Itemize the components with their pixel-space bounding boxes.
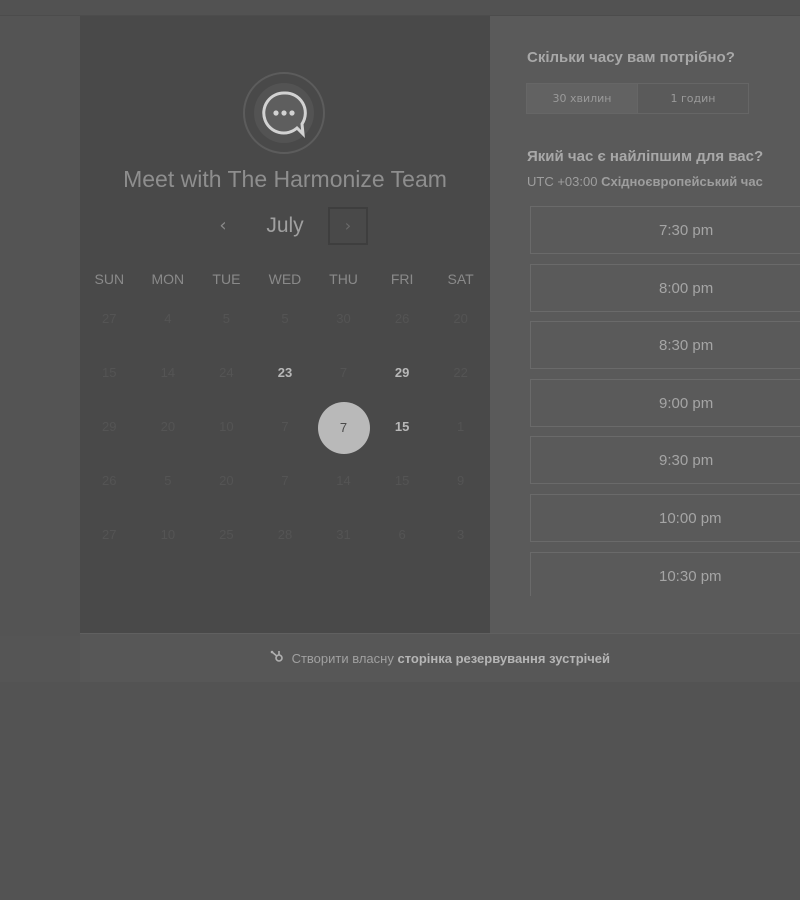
- time-slot-button[interactable]: 9:30 pm: [530, 436, 800, 485]
- calendar-day: 4: [164, 311, 172, 326]
- selected-day-label: 7: [317, 402, 370, 454]
- duration-question: Скільки часу вам потрібно?: [527, 49, 735, 66]
- calendar-day-selected[interactable]: 7: [315, 400, 373, 454]
- weekday-label: MON: [151, 271, 185, 287]
- footer-link-prefix: Створити власну: [291, 651, 394, 666]
- calendar-day: 5: [164, 473, 172, 488]
- calendar-week: 27 10 25 28 31 6 3: [80, 508, 490, 562]
- time-slot-button[interactable]: 10:00 pm: [530, 493, 800, 542]
- duration-30min-button[interactable]: 30 хвилин: [527, 84, 638, 113]
- calendar-day: 20: [219, 473, 234, 488]
- calendar-day: 26: [394, 311, 410, 326]
- weekday-label: SUN: [94, 271, 125, 287]
- calendar-day: 30: [336, 311, 351, 326]
- calendar-day: 22: [453, 365, 468, 380]
- time-slot-list[interactable]: 7:30 pm 8:00 pm 8:30 pm 9:00 pm 9:30 pm …: [530, 206, 800, 596]
- timezone-name: Східноєвропейський час: [601, 174, 763, 189]
- calendar-day: 28: [277, 527, 293, 542]
- time-slot-button[interactable]: 10:30 pm: [530, 551, 800, 596]
- chat-bubble-icon: [262, 91, 307, 139]
- calendar-day: 5: [222, 311, 231, 326]
- calendar-day: 5: [281, 311, 289, 326]
- time-slot-button[interactable]: 8:30 pm: [530, 321, 800, 370]
- calendar-day: 26: [102, 473, 117, 488]
- calendar-day: 10: [160, 527, 176, 542]
- month-label: July: [266, 214, 304, 237]
- calendar-week: 15 14 24 23 7 29 22: [80, 346, 490, 400]
- time-slot-button[interactable]: 7:30 pm: [530, 206, 800, 254]
- calendar-day-available[interactable]: 15: [373, 400, 431, 454]
- team-logo: [243, 72, 325, 154]
- weekday-label: TUE: [212, 271, 241, 287]
- calendar-grid: 27 4 5 5 30 26 20 15 14 24 23 7 29 22 29…: [80, 292, 490, 562]
- time-slot-button[interactable]: 8:00 pm: [530, 263, 800, 312]
- month-navigation: ‹ July ›: [80, 205, 490, 247]
- left-margin: [0, 16, 80, 636]
- weekday-label: WED: [268, 271, 302, 287]
- footer-bar: Створити власну сторінка резервування зу…: [80, 633, 800, 682]
- duration-1hour-button[interactable]: 1 годин: [638, 84, 748, 113]
- next-month-button[interactable]: ›: [328, 207, 368, 245]
- calendar-day: 6: [398, 527, 406, 542]
- top-strip: [0, 0, 800, 16]
- calendar-day: 20: [453, 311, 468, 326]
- calendar-day: 15: [102, 365, 117, 380]
- calendar-day: 25: [219, 527, 234, 542]
- calendar-day: 27: [102, 527, 117, 542]
- calendar-day: 14: [160, 365, 176, 380]
- calendar-day: 1: [457, 419, 465, 434]
- calendar-day: 14: [336, 473, 351, 488]
- time-slot-button[interactable]: 9:00 pm: [530, 378, 800, 427]
- chevron-left-icon: ‹: [219, 215, 227, 236]
- calendar-day: 9: [457, 473, 465, 488]
- calendar-day: 7: [339, 365, 348, 380]
- calendar-day: 31: [336, 527, 351, 542]
- time-question: Який час є найліпшим для вас?: [527, 148, 764, 165]
- timezone-label[interactable]: UTC +03:00 Східноєвропейський час: [527, 174, 763, 189]
- calendar-day: 24: [219, 365, 234, 380]
- calendar-day: 20: [160, 419, 176, 434]
- weekday-label: SAT: [447, 271, 474, 287]
- calendar-week: 29 20 10 7 7 15 1: [80, 400, 490, 454]
- calendar-day: 10: [219, 419, 234, 434]
- calendar-week: 26 5 20 7 14 15 9: [80, 454, 490, 508]
- weekday-label: FRI: [390, 271, 414, 287]
- footer-link-bold: сторінка резервування зустрічей: [397, 651, 611, 666]
- create-booking-page-link[interactable]: Створити власну сторінка резервування зу…: [80, 649, 800, 666]
- calendar-day-available[interactable]: 23: [256, 346, 314, 400]
- calendar-day: 29: [102, 419, 117, 434]
- hubspot-sprocket-icon: [270, 649, 284, 666]
- duration-selector: 30 хвилин 1 годин: [526, 83, 749, 114]
- calendar-day: 7: [281, 419, 289, 434]
- calendar-day: 27: [102, 311, 117, 326]
- calendar-day: 15: [394, 473, 410, 488]
- timezone-offset: UTC +03:00: [527, 174, 598, 189]
- calendar-day: 7: [281, 473, 289, 488]
- chevron-right-icon: ›: [344, 216, 352, 235]
- weekday-header: SUN MON TUE WED THU FRI SAT: [80, 271, 490, 291]
- page-background: [0, 682, 800, 900]
- weekday-label: THU: [329, 271, 358, 287]
- calendar-week: 27 4 5 5 30 26 20: [80, 292, 490, 346]
- calendar-day-available[interactable]: 29: [373, 346, 431, 400]
- prev-month-button[interactable]: ‹: [212, 211, 234, 241]
- team-title: Meet with The Harmonize Team: [123, 166, 447, 192]
- calendar-day: 3: [457, 527, 465, 542]
